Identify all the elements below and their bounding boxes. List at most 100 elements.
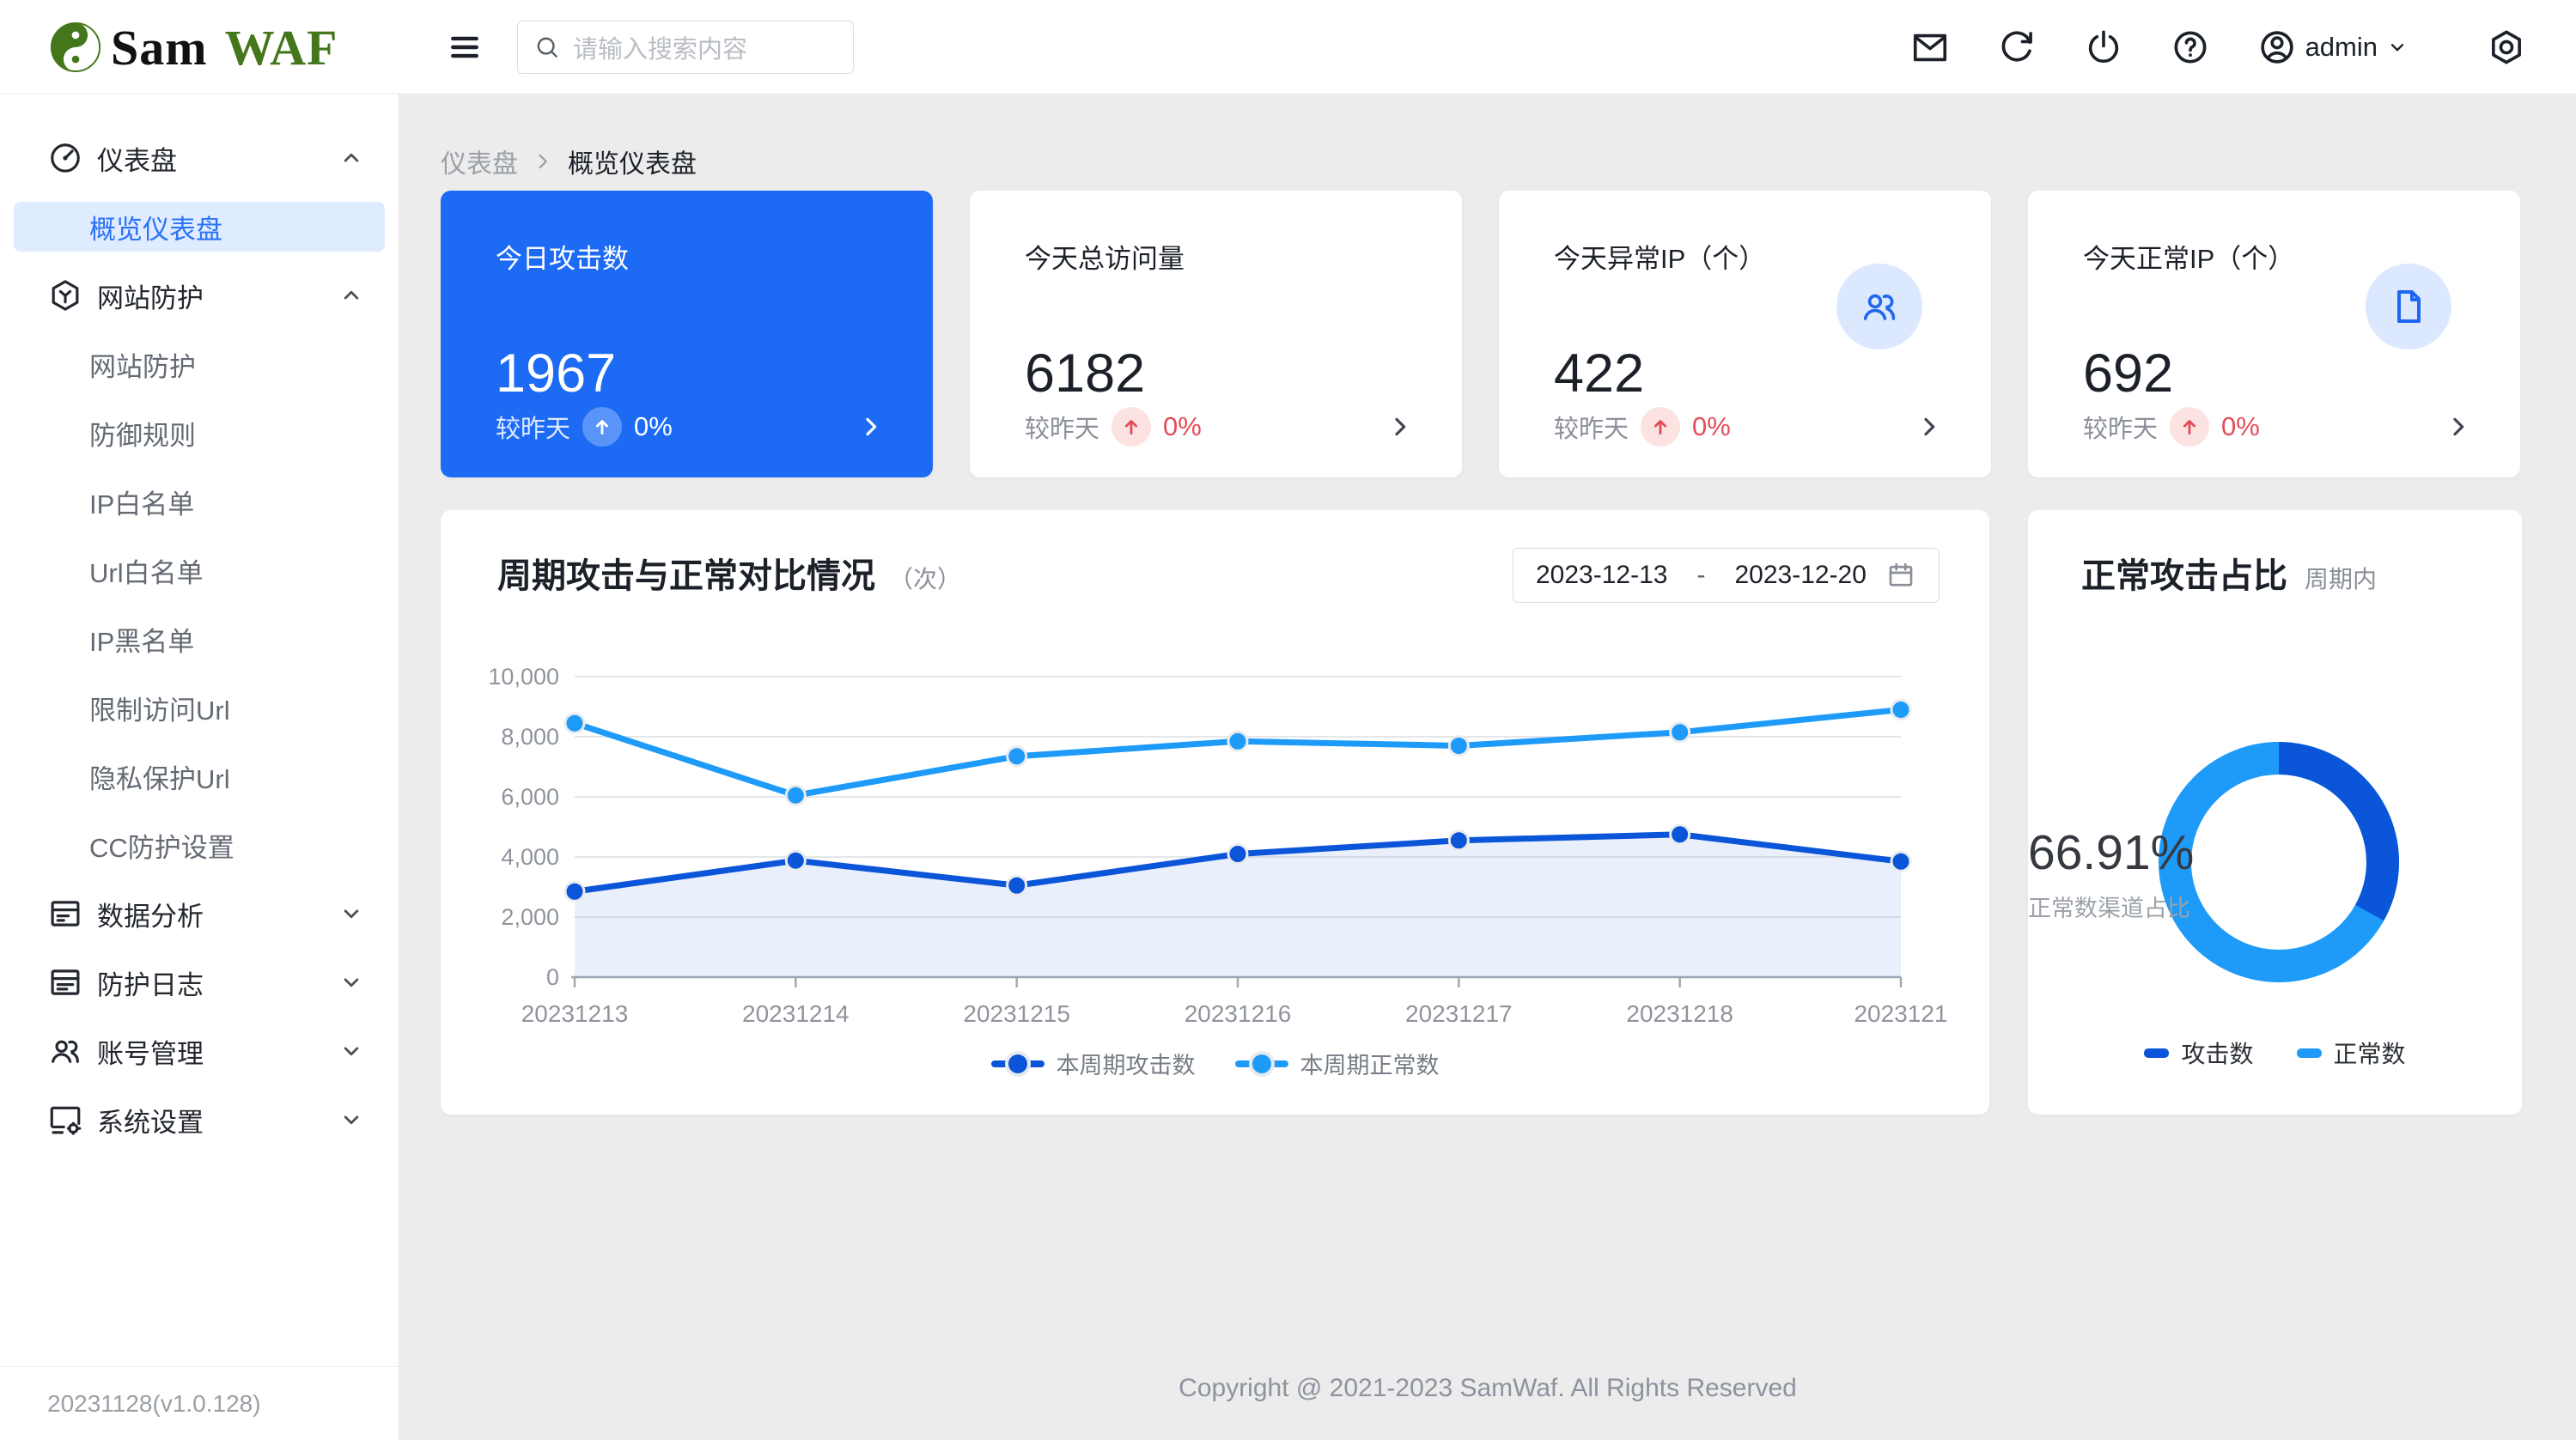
chevron-right-icon[interactable] xyxy=(2445,413,2472,441)
arrow-up-icon xyxy=(591,416,613,438)
sidebar-menu: 仪表盘概览仪表盘网站防护网站防护防御规则IP白名单Url白名单IP黑名单限制访问… xyxy=(0,124,399,1154)
refresh-icon[interactable] xyxy=(1997,27,2037,67)
shield-icon xyxy=(47,277,83,313)
donut-center-label: 正常数渠道占比 xyxy=(2028,890,2530,923)
sidebar-group-防护日志[interactable]: 防护日志 xyxy=(0,948,399,1017)
power-icon[interactable] xyxy=(2084,27,2123,67)
svg-text:20231218: 20231218 xyxy=(1626,1000,1733,1027)
chevron-down-icon xyxy=(338,1038,364,1064)
sidebar-item-隐私保护Url[interactable]: 隐私保护Url xyxy=(0,742,399,811)
stat-card-footer: 较昨天0% xyxy=(1025,407,1414,447)
sidebar-item-IP黑名单[interactable]: IP黑名单 xyxy=(0,605,399,673)
legend-item-本周期攻击数[interactable]: 本周期攻击数 xyxy=(991,1047,1196,1080)
sidebar-item-Url白名单[interactable]: Url白名单 xyxy=(0,536,399,605)
sidebar-item-CC防护设置[interactable]: CC防护设置 xyxy=(0,811,399,879)
chevron-right-icon[interactable] xyxy=(1386,413,1414,441)
donut-center-value: 66.91% xyxy=(2028,824,2530,881)
donut-chart xyxy=(2028,510,2522,1115)
file-icon xyxy=(2388,286,2429,327)
sidebar-group-网站防护[interactable]: 网站防护 xyxy=(0,261,399,330)
sidebar-group-数据分析[interactable]: 数据分析 xyxy=(0,879,399,948)
chevron-up-icon xyxy=(338,145,364,171)
search-input[interactable]: 请输入搜索内容 xyxy=(517,21,854,74)
donut-legend-item-攻击数[interactable]: 攻击数 xyxy=(2144,1036,2253,1070)
svg-text:20231216: 20231216 xyxy=(1184,1000,1292,1027)
help-icon[interactable] xyxy=(2171,27,2210,67)
system-icon xyxy=(47,1102,83,1138)
sidebar-item-防御规则[interactable]: 防御规则 xyxy=(0,398,399,467)
arrow-up-icon xyxy=(1649,416,1672,438)
stat-card[interactable]: 今天正常IP（个）692较昨天0% xyxy=(2028,191,2520,477)
svg-text:0: 0 xyxy=(546,964,559,990)
svg-text:6,000: 6,000 xyxy=(501,784,559,810)
sidebar-group-label: 网站防护 xyxy=(97,276,338,315)
sidebar: 仪表盘概览仪表盘网站防护网站防护防御规则IP白名单Url白名单IP黑名单限制访问… xyxy=(0,94,399,1440)
mail-icon[interactable] xyxy=(1910,27,1950,67)
menu-icon[interactable] xyxy=(446,28,484,66)
sidebar-item-label: 网站防护 xyxy=(89,345,196,384)
svg-text:20231215: 20231215 xyxy=(963,1000,1070,1027)
stat-card[interactable]: 今天总访问量6182较昨天0% xyxy=(970,191,1462,477)
sidebar-item-label: IP白名单 xyxy=(89,483,194,521)
stat-card[interactable]: 今天异常IP（个）422较昨天0% xyxy=(1499,191,1991,477)
sidebar-item-概览仪表盘[interactable]: 概览仪表盘 xyxy=(14,202,385,252)
svg-text:20231213: 20231213 xyxy=(521,1000,629,1027)
copyright-text: Copyright @ 2021-2023 SamWaf. All Rights… xyxy=(399,1374,2576,1403)
sidebar-group-label: 系统设置 xyxy=(97,1101,338,1139)
trend-up-badge xyxy=(1111,407,1151,447)
legend-item-本周期正常数[interactable]: 本周期正常数 xyxy=(1235,1047,1440,1080)
breadcrumb-parent[interactable]: 仪表盘 xyxy=(441,143,518,180)
sidebar-item-网站防护[interactable]: 网站防护 xyxy=(0,330,399,398)
users-icon xyxy=(1859,286,1900,327)
line-chart-legend: 本周期攻击数 本周期正常数 xyxy=(441,1047,1989,1080)
delta-value: 0% xyxy=(1163,411,1202,442)
donut-legend: 攻击数 正常数 xyxy=(2028,1036,2522,1070)
sidebar-group-账号管理[interactable]: 账号管理 xyxy=(0,1017,399,1085)
log-icon xyxy=(47,964,83,1000)
chevron-down-icon xyxy=(338,901,364,927)
breadcrumb-current: 概览仪表盘 xyxy=(568,143,697,180)
legend-label: 本周期正常数 xyxy=(1300,1047,1440,1080)
logo-text-waf: WAF xyxy=(225,19,338,76)
donut-legend-swatch xyxy=(2297,1048,2322,1058)
svg-text:2023121: 2023121 xyxy=(1854,1000,1947,1027)
trend-up-badge xyxy=(582,407,622,447)
svg-text:10,000: 10,000 xyxy=(488,664,559,690)
svg-text:2,000: 2,000 xyxy=(501,904,559,930)
report-icon xyxy=(47,896,83,932)
breadcrumb: 仪表盘 概览仪表盘 xyxy=(441,143,697,180)
legend-label: 本周期攻击数 xyxy=(1057,1047,1196,1080)
yinyang-logo-icon xyxy=(49,21,102,74)
chevron-right-icon[interactable] xyxy=(1915,413,1943,441)
app-logo: Sam WAF xyxy=(49,0,338,94)
user-icon xyxy=(2257,27,2297,67)
version-text: 20231128(v1.0.128) xyxy=(0,1366,399,1440)
donut-legend-swatch xyxy=(2144,1048,2169,1058)
chevron-right-icon[interactable] xyxy=(857,413,885,441)
sidebar-group-仪表盘[interactable]: 仪表盘 xyxy=(0,124,399,192)
app-header: Sam WAF 请输入搜索内容 admin xyxy=(0,0,2576,94)
stat-icon-bubble xyxy=(2366,264,2451,349)
sidebar-item-label: 防御规则 xyxy=(89,414,196,453)
legend-marker xyxy=(991,1054,1044,1073)
stat-card[interactable]: 今日攻击数1967较昨天0% xyxy=(441,191,933,477)
sidebar-item-label: IP黑名单 xyxy=(89,620,194,659)
logo-text-sam: Sam xyxy=(111,19,208,76)
stat-icon-bubble xyxy=(1836,264,1922,349)
trend-up-badge xyxy=(2170,407,2209,447)
svg-text:20231214: 20231214 xyxy=(742,1000,850,1027)
trend-chart-card: 周期攻击与正常对比情况 （次） 2023-12-13 - 2023-12-20 … xyxy=(441,510,1989,1115)
sidebar-item-IP白名单[interactable]: IP白名单 xyxy=(0,467,399,536)
ratio-card: 正常攻击占比 周期内 66.91% 正常数渠道占比 攻击数正常数 xyxy=(2028,510,2522,1115)
user-menu[interactable]: admin xyxy=(2257,27,2409,67)
sidebar-group-系统设置[interactable]: 系统设置 xyxy=(0,1085,399,1154)
stat-card-value: 6182 xyxy=(1025,343,1407,404)
sidebar-item-限制访问Url[interactable]: 限制访问Url xyxy=(0,673,399,742)
stat-card-title: 今日攻击数 xyxy=(496,237,878,276)
gear-icon[interactable] xyxy=(2487,27,2526,67)
svg-text:20231217: 20231217 xyxy=(1405,1000,1513,1027)
donut-legend-item-正常数[interactable]: 正常数 xyxy=(2297,1036,2406,1070)
gauge-icon xyxy=(47,140,83,176)
donut-legend-label: 攻击数 xyxy=(2181,1036,2253,1070)
compare-label: 较昨天 xyxy=(496,409,570,445)
